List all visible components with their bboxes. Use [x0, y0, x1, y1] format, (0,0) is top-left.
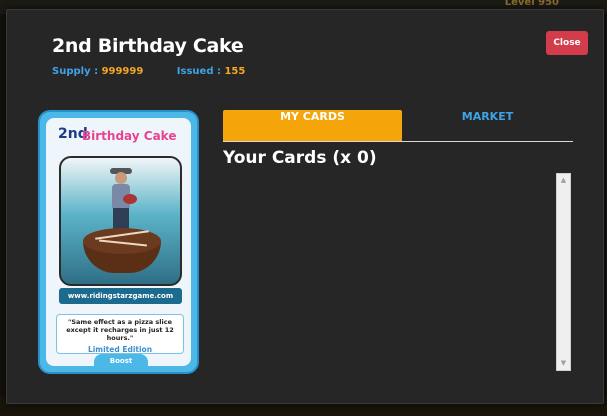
- scroll-down-icon[interactable]: ▼: [557, 357, 570, 370]
- modal-title: 2nd Birthday Cake: [52, 35, 244, 57]
- card-artwork: [59, 156, 182, 286]
- level-indicator: Level 950: [504, 0, 559, 8]
- card-name-text: Birthday Cake: [82, 129, 177, 143]
- scroll-up-icon[interactable]: ▲: [557, 174, 570, 187]
- card-tabs: MY CARDS MARKET: [223, 110, 573, 142]
- cards-scrollbar[interactable]: ▲ ▼: [556, 173, 571, 371]
- card-image: 2nd Birthday Cake www.ridingstarzgame.co…: [38, 110, 199, 374]
- card-details-modal: 2nd Birthday Cake Supply : 999999 Issued…: [6, 9, 604, 404]
- tab-market[interactable]: MARKET: [402, 110, 573, 141]
- your-cards-heading: Your Cards (x 0): [223, 148, 377, 168]
- card-edition: Limited Edition: [87, 345, 153, 354]
- card-stats: Supply : 999999 Issued : 155: [52, 66, 245, 77]
- card-description: "Same effect as a pizza slice except it …: [66, 318, 174, 342]
- card-description-box: "Same effect as a pizza slice except it …: [56, 314, 184, 354]
- supply-label: Supply :: [52, 66, 99, 77]
- supply-value: 999999: [101, 66, 144, 77]
- card-face: 2nd Birthday Cake www.ridingstarzgame.co…: [46, 118, 191, 368]
- tab-my-cards[interactable]: MY CARDS: [223, 110, 402, 141]
- issued-label: Issued :: [176, 66, 221, 77]
- issued-value: 155: [224, 66, 246, 77]
- close-button[interactable]: Close: [546, 31, 588, 55]
- card-type: Boost: [94, 354, 148, 368]
- card-url: www.ridingstarzgame.com: [59, 288, 182, 304]
- guitar-icon: [123, 194, 137, 204]
- card-name: Birthday Cake: [82, 129, 176, 143]
- figure-head: [115, 172, 127, 184]
